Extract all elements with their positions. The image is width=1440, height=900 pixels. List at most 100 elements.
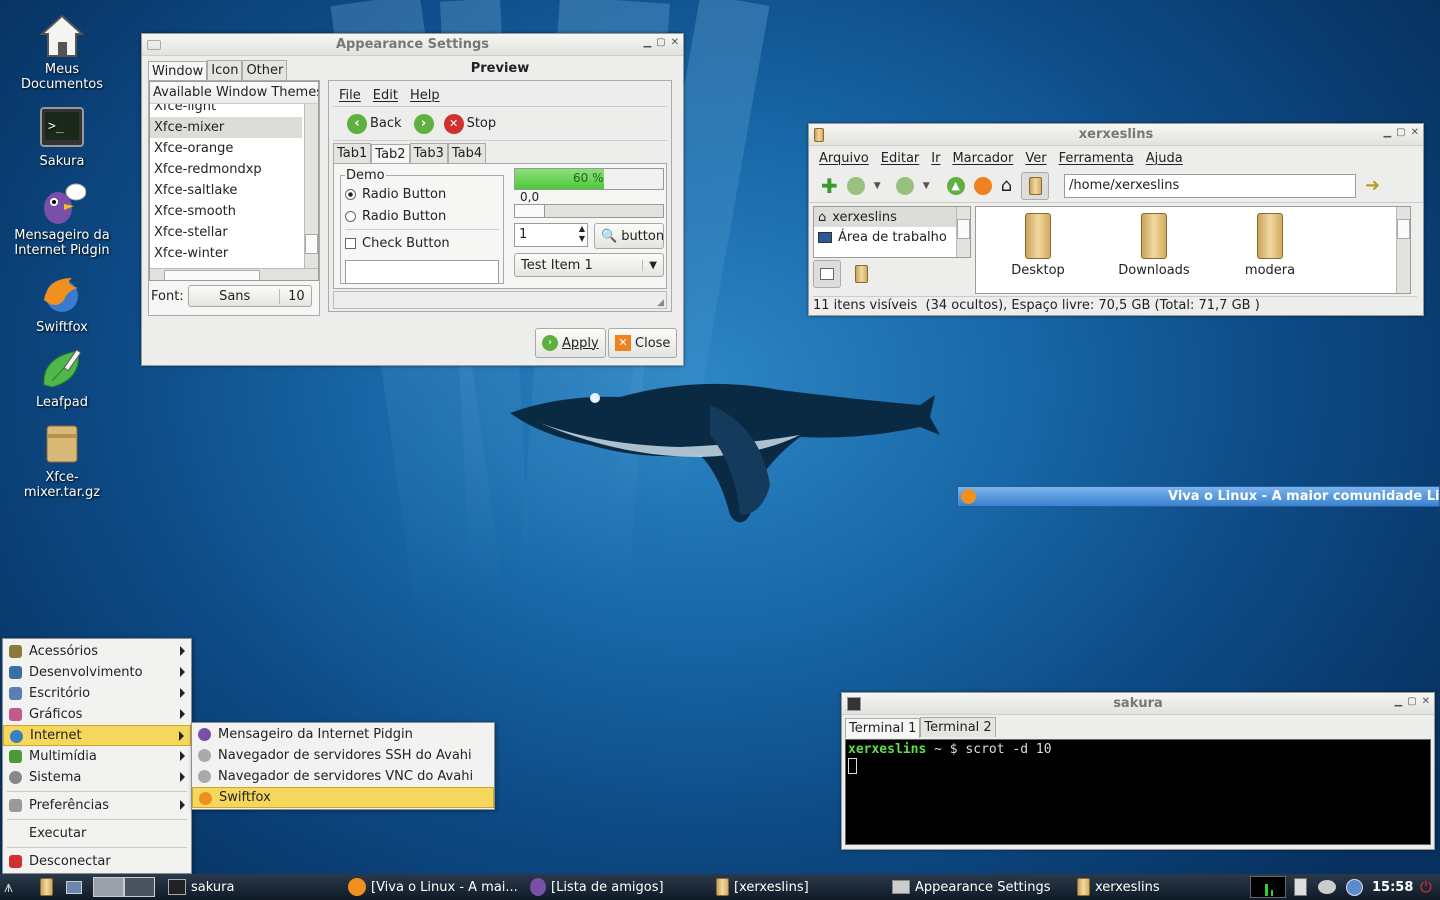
file-item[interactable]: Desktop <box>996 213 1080 278</box>
preview-button[interactable]: 🔍 button <box>594 223 664 249</box>
task-swiftfox[interactable]: [Viva o Linux - A mai... <box>348 874 518 900</box>
close-icon[interactable]: ✕ <box>671 37 679 48</box>
folder-view-icon[interactable] <box>1021 171 1050 200</box>
maximize-icon[interactable]: ▢ <box>1407 696 1416 707</box>
menu-item-pidgin[interactable]: Mensageiro da Internet Pidgin <box>192 724 494 745</box>
show-desktop-button[interactable] <box>66 874 82 900</box>
sidebar-item-home[interactable]: ⌂ xerxeslins <box>814 207 970 227</box>
network-applet[interactable] <box>1318 874 1336 900</box>
menu-item-avahi-ssh[interactable]: Navegador de servidores SSH do Avahi <box>192 745 494 766</box>
theme-item[interactable]: Xfce-orange <box>150 138 302 159</box>
forward-arrow-icon[interactable]: › <box>413 113 434 134</box>
menu-item-avahi-vnc[interactable]: Navegador de servidores VNC do Avahi <box>192 766 494 787</box>
theme-item[interactable]: Xfce-saltlake <box>150 180 302 201</box>
menu-item-graficos[interactable]: Gráficos <box>3 704 191 725</box>
tab-icon[interactable]: Icon <box>207 60 243 80</box>
theme-item[interactable]: Xfce-light <box>150 104 302 117</box>
go-icon[interactable]: ➜ <box>1365 175 1380 196</box>
close-button[interactable]: ✕ Close <box>608 328 678 358</box>
desktop-icon-archive[interactable]: Xfce-mixer.tar.gz <box>7 420 117 500</box>
font-button[interactable]: Sans 10 <box>187 285 312 307</box>
workspace-switcher[interactable] <box>93 874 155 900</box>
forward-icon[interactable] <box>895 176 914 195</box>
demo-text-entry[interactable] <box>345 260 499 284</box>
theme-item[interactable]: Xfce-winter <box>150 243 302 264</box>
preview-menu-edit[interactable]: Edit <box>367 88 404 103</box>
preview-tab-4[interactable]: Tab4 <box>447 143 487 163</box>
back-icon[interactable] <box>846 176 865 195</box>
up-icon[interactable]: ▲ <box>946 176 965 195</box>
minimize-icon[interactable]: ▁ <box>643 37 651 48</box>
desktop-icon-leafpad[interactable]: Leafpad <box>7 345 117 410</box>
sidebar-tree-icon[interactable] <box>847 260 875 288</box>
task-appearance[interactable]: Appearance Settings <box>892 874 1051 900</box>
sidebar-item-desktop[interactable]: Área de trabalho <box>814 227 970 247</box>
fm-menu-editar[interactable]: Editar <box>875 151 926 166</box>
workspace-1[interactable] <box>93 877 124 897</box>
close-icon[interactable]: ✕ <box>1422 696 1430 707</box>
back-dropdown-icon[interactable]: ▼ <box>874 181 881 191</box>
slider-handle[interactable] <box>515 205 545 217</box>
power-button[interactable]: ⏻ <box>1420 874 1432 900</box>
clipboard-applet[interactable] <box>1294 874 1307 900</box>
radio-button-2[interactable]: Radio Button <box>345 205 499 227</box>
fm-menu-marcador[interactable]: Marcador <box>946 151 1019 166</box>
preview-tab-2[interactable]: Tab2 <box>371 144 410 164</box>
desktop-icon-sakura[interactable]: >_ Sakura <box>7 104 117 169</box>
browser-shaded-window[interactable]: Viva o Linux - A maior comunidade Li <box>957 486 1440 507</box>
apply-button[interactable]: › Apply <box>535 328 606 358</box>
close-icon[interactable]: ✕ <box>1411 127 1419 138</box>
preview-menu-file[interactable]: File <box>333 88 367 103</box>
menu-item-executar[interactable]: Executar <box>3 823 191 844</box>
folder-icon[interactable] <box>814 128 824 142</box>
workspace-2[interactable] <box>124 877 155 897</box>
terminal-tab-1[interactable]: Terminal 1 <box>845 718 921 738</box>
fm-menu-ver[interactable]: Ver <box>1019 151 1052 166</box>
path-bar[interactable]: /home/xerxeslins <box>1064 173 1357 198</box>
combo-box[interactable]: Test Item 1 ▼ <box>514 253 664 277</box>
window-titlebar[interactable]: Appearance Settings ▁ ▢ ✕ <box>142 34 683 56</box>
spin-button[interactable]: 1 ▲ ▼ <box>514 223 588 247</box>
desktop-icon-documents[interactable]: Meus Documentos <box>7 12 117 92</box>
file-item[interactable]: modera <box>1228 213 1312 278</box>
slider[interactable] <box>514 204 664 218</box>
tab-window[interactable]: Window <box>148 61 208 81</box>
minimize-icon[interactable]: ▁ <box>1394 696 1402 707</box>
preview-tab-3[interactable]: Tab3 <box>409 143 448 163</box>
sidebar-places-icon[interactable] <box>813 260 841 288</box>
menu-item-sistema[interactable]: Sistema <box>3 767 191 788</box>
menu-item-multimidia[interactable]: Multimídia <box>3 746 191 767</box>
launcher-files[interactable] <box>40 874 53 900</box>
terminal-icon[interactable] <box>847 697 861 711</box>
files-scrollbar[interactable] <box>1396 207 1410 293</box>
task-sakura[interactable]: sakura <box>168 874 234 900</box>
fm-menu-ferramenta[interactable]: Ferramenta <box>1053 151 1140 166</box>
terminal-tab-2[interactable]: Terminal 2 <box>920 717 996 737</box>
preview-menu-help[interactable]: Help <box>404 88 446 103</box>
spin-arrows-icon[interactable]: ▲ ▼ <box>579 224 585 244</box>
fm-menu-arquivo[interactable]: Arquivo <box>813 151 875 166</box>
preview-stop-button[interactable]: ✕ Stop <box>443 113 496 134</box>
theme-item[interactable]: Xfce-smooth <box>150 201 302 222</box>
menu-item-internet[interactable]: Internet <box>3 725 191 746</box>
maximize-icon[interactable]: ▢ <box>1396 127 1405 138</box>
file-item[interactable]: Downloads <box>1112 213 1196 278</box>
window-menu-icon[interactable] <box>147 40 161 50</box>
menu-item-desenvolvimento[interactable]: Desenvolvimento <box>3 662 191 683</box>
preview-back-button[interactable]: ‹ Back <box>347 113 402 134</box>
theme-item[interactable]: Xfce-mixer <box>150 117 302 138</box>
window-titlebar[interactable]: xerxeslins ▁ ▢ ✕ <box>809 124 1423 146</box>
terminal-output[interactable]: xerxeslins ~ $ scrot -d 10 <box>845 739 1431 845</box>
themes-hscrollbar[interactable] <box>150 268 318 280</box>
check-button[interactable]: Check Button <box>345 229 499 257</box>
menu-item-preferencias[interactable]: Preferências <box>3 795 191 816</box>
menu-item-desconectar[interactable]: Desconectar <box>3 851 191 872</box>
themes-header[interactable]: Available Window Themes <box>150 82 318 104</box>
start-menu-button[interactable]: ⩚ <box>4 874 13 900</box>
menu-item-swiftfox[interactable]: Swiftfox <box>192 787 494 808</box>
clock[interactable]: 15:58 <box>1372 874 1413 900</box>
update-applet[interactable] <box>1346 874 1363 900</box>
resize-grip-icon[interactable]: ◢ <box>657 298 664 308</box>
sidebar-scrollbar[interactable] <box>956 207 970 257</box>
home-icon[interactable]: ⌂ <box>1001 175 1012 196</box>
